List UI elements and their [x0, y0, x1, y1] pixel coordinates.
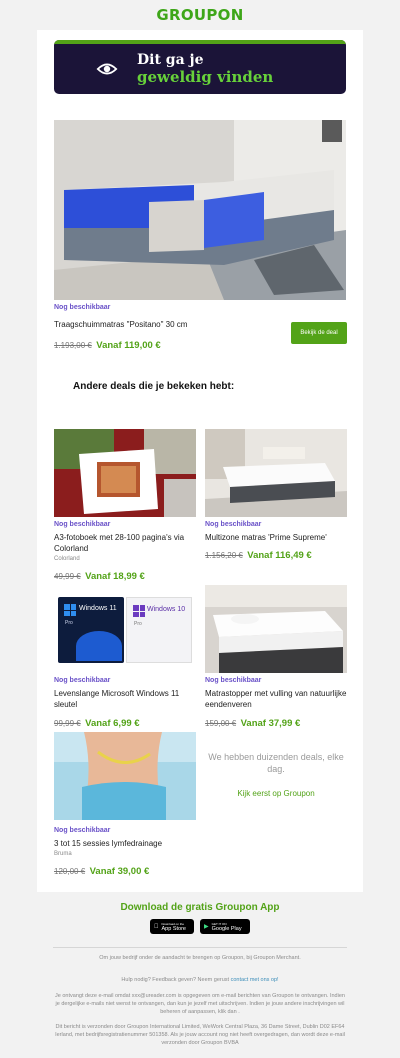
promo-text: We hebben duizenden deals, elke dag.	[208, 752, 344, 774]
availability-label: Nog beschikbaar	[54, 304, 111, 311]
groupon-logo[interactable]: GROUPON	[156, 6, 243, 24]
apple-icon: 	[154, 924, 159, 930]
price-row: 120,00 € Vanaf 39,00 €	[54, 861, 196, 879]
deal-tile[interactable]	[205, 585, 347, 673]
google-play-text: Google Play	[211, 925, 242, 932]
deal-tile[interactable]	[54, 429, 196, 517]
new-price: Vanaf 39,00 €	[89, 866, 150, 877]
google-play-label: GET IT ON Google Play	[212, 922, 242, 932]
merchant-note: Om jouw bedrijf onder de aandacht te bre…	[99, 955, 301, 961]
play-icon: ▶	[204, 924, 209, 930]
merchant-name: Bruma	[54, 851, 72, 857]
promo-link[interactable]: Kijk eerst op Groupon	[206, 789, 346, 798]
app-store-button[interactable]:  Download on the App Store	[150, 919, 194, 934]
windows11-box: Windows 11 Pro	[58, 597, 124, 663]
price-row: 49,99 € Vanaf 18,99 €	[54, 566, 196, 584]
hero-banner: Dit ga je geweldig vinden	[54, 40, 346, 94]
deal-info: Nog beschikbaar 3 tot 15 sessies lymfedr…	[54, 827, 196, 879]
deal-info: Nog beschikbaar Levenslange Microsoft Wi…	[54, 677, 196, 731]
windows10-box: Windows 10 Pro	[126, 597, 192, 663]
availability-label: Nog beschikbaar	[205, 521, 262, 528]
help-line: Hulp nodig? Feedback geven? Neem gerust …	[54, 976, 346, 984]
deal-tile[interactable]: Windows 11 Pro Windows 10 Pro	[54, 595, 196, 683]
deal-image[interactable]	[54, 732, 196, 820]
deal-info: Nog beschikbaar Multizone matras 'Prime …	[205, 521, 347, 563]
help-text: Hulp nodig? Feedback geven? Neem gerust	[121, 977, 230, 983]
email-note: Je ontvangt deze e-mail omdat xxx@ureade…	[55, 993, 345, 1015]
price-row: 1.156,20 € Vanaf 116,49 €	[205, 545, 347, 563]
deal-image[interactable]	[205, 585, 347, 673]
deal-title[interactable]: Matrastopper met vulling van natuurlijke…	[205, 688, 347, 710]
google-play-button[interactable]: ▶ GET IT ON Google Play	[200, 919, 250, 934]
new-price: Vanaf 37,99 €	[240, 718, 301, 729]
app-store-text: App Store	[157, 925, 186, 932]
hero-stripe	[54, 40, 346, 44]
old-price: 49,99 €	[54, 572, 81, 581]
old-price: 1.193,00 €	[54, 341, 92, 350]
deal-image[interactable]	[205, 429, 347, 517]
app-store-label: Download on the App Store	[162, 922, 186, 932]
win10-label: Windows 10	[147, 606, 186, 613]
pro-label: Pro	[65, 620, 73, 626]
deal-title[interactable]: Multizone matras 'Prime Supreme'	[205, 532, 347, 543]
header-bar: GROUPON	[0, 0, 400, 30]
view-deal-button[interactable]: Bekijk de deal	[291, 322, 347, 344]
merchant-name: Colorland	[54, 556, 80, 562]
availability-label: Nog beschikbaar	[54, 677, 111, 684]
price-row: 99,99 € Vanaf 6,99 €	[54, 713, 196, 731]
old-price: 1.156,20 €	[205, 551, 243, 560]
deal-title[interactable]: 3 tot 15 sessies lymfedrainage	[54, 838, 196, 849]
old-price: 120,00 €	[54, 867, 86, 876]
windows-logo-icon	[133, 605, 145, 617]
main-deal-image[interactable]	[54, 120, 346, 300]
contact-link[interactable]: contact met ons op!	[231, 977, 279, 983]
sender-note: Dit bericht is verzonden door Groupon In…	[55, 1024, 345, 1046]
hero-line1: Dit ga je	[137, 52, 204, 68]
deal-title[interactable]: Traagschuimmatras "Positano" 30 cm	[54, 319, 187, 330]
new-price: Vanaf 6,99 €	[85, 718, 140, 729]
old-price: 99,99 €	[54, 719, 81, 728]
new-price: Vanaf 119,00 €	[96, 340, 161, 351]
old-price: 159,00 €	[205, 719, 237, 728]
deal-image[interactable]	[54, 429, 196, 517]
eye-icon	[96, 63, 118, 75]
price-row: 1.193,00 € Vanaf 119,00 €	[54, 335, 187, 353]
win11-label: Windows 11	[79, 605, 117, 612]
deal-tile[interactable]	[205, 429, 347, 517]
footer-divider	[53, 947, 347, 948]
new-price: Vanaf 116,49 €	[247, 550, 312, 561]
bloom-graphic	[76, 631, 122, 661]
deal-title[interactable]: Levenslange Microsoft Windows 11 sleutel	[54, 688, 196, 710]
availability-label: Nog beschikbaar	[54, 827, 111, 834]
pro-label: Pro	[134, 621, 142, 627]
deal-info: Nog beschikbaar A3-fotoboek met 28-100 p…	[54, 521, 196, 584]
availability-label: Nog beschikbaar	[205, 677, 262, 684]
price-row: 159,00 € Vanaf 37,99 €	[205, 713, 347, 731]
deal-tile[interactable]	[54, 732, 196, 820]
main-deal-info: Nog beschikbaar Traagschuimmatras "Posit…	[54, 304, 187, 353]
windows-logo-icon	[64, 604, 76, 616]
deal-title[interactable]: A3-fotoboek met 28-100 pagina's via Colo…	[54, 532, 196, 554]
app-heading: Download de gratis Groupon App	[120, 902, 280, 913]
new-price: Vanaf 18,99 €	[85, 571, 145, 582]
hero-line2: geweldig vinden	[137, 68, 274, 86]
section-title: Andere deals die je bekeken hebt:	[73, 381, 235, 392]
deal-info: Nog beschikbaar Matrastopper met vulling…	[205, 677, 347, 731]
availability-label: Nog beschikbaar	[54, 521, 111, 528]
deal-image[interactable]: Windows 11 Pro Windows 10 Pro	[54, 595, 196, 683]
